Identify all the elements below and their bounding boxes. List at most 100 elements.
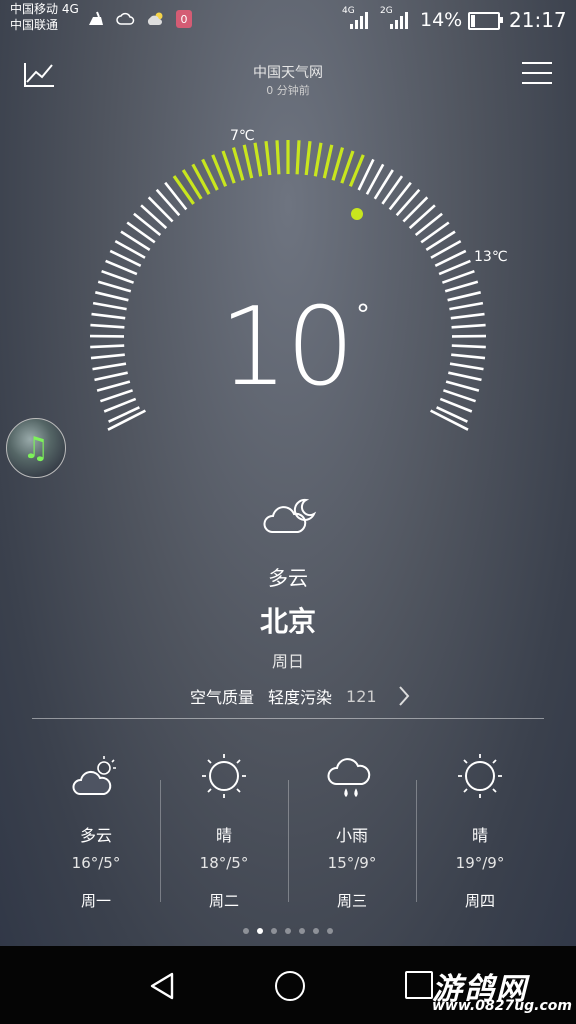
forecast-day[interactable]: 多云 16°/5° 周一 <box>32 740 160 910</box>
dial-tick <box>155 188 181 217</box>
forecast-day[interactable]: 晴 19°/9° 周四 <box>416 740 544 910</box>
dial-tick <box>442 389 477 403</box>
dial-tick <box>451 323 486 329</box>
temperature-dial <box>89 140 487 431</box>
page-dot[interactable] <box>327 928 333 934</box>
dial-range-tick <box>242 144 254 179</box>
dial-tick <box>94 291 129 302</box>
dial-tick <box>448 371 482 382</box>
page-dot[interactable] <box>299 928 305 934</box>
page-indicator <box>0 928 576 934</box>
dial-tick <box>408 204 436 230</box>
page-dot[interactable] <box>271 928 277 934</box>
dial-tick <box>103 397 137 413</box>
current-condition: 多云 <box>268 566 308 590</box>
dial-range-tick <box>331 147 345 181</box>
music-button[interactable]: ♫ <box>6 418 66 478</box>
dial-tick <box>140 204 168 230</box>
min-temp-label: 7℃ <box>230 128 255 144</box>
music-note-icon: ♫ <box>22 430 50 466</box>
dial-range-tick <box>295 140 301 175</box>
cloudy-night-icon <box>263 498 317 533</box>
dial-tick <box>414 212 443 237</box>
dial-tick <box>451 353 486 360</box>
partly-cloudy-icon <box>72 756 116 795</box>
sun-icon <box>458 754 502 798</box>
dial-range-tick <box>264 141 272 176</box>
chevron-right-icon <box>398 686 409 706</box>
dial-tick <box>388 181 412 211</box>
degree-symbol: ° <box>356 298 370 331</box>
dial-tick <box>395 188 421 217</box>
sun-icon <box>202 754 246 798</box>
air-quality-label: 空气质量 <box>190 688 255 707</box>
dial-tick <box>449 301 484 311</box>
air-quality-value: 121 <box>346 686 377 706</box>
dial-tick <box>133 212 162 237</box>
forecast-condition: 多云 <box>79 826 112 845</box>
dial-range-tick <box>322 144 334 179</box>
dial-tick <box>97 280 132 293</box>
dial-range-tick <box>221 150 236 184</box>
navigation-bar: 游鸽网 www.0827ug.com <box>0 946 576 1024</box>
forecast-temps: 16°/5° <box>71 854 121 872</box>
dial-tick <box>91 312 126 320</box>
max-temp-label: 13℃ <box>474 249 508 265</box>
watermark-url: www.0827ug.com <box>432 998 572 1014</box>
forecast-weekday: 周一 <box>80 892 111 910</box>
forecast-temps: 18°/5° <box>199 854 249 872</box>
forecast-temps: 19°/9° <box>455 854 505 872</box>
dial-tick <box>108 406 140 423</box>
dial-range-tick <box>253 142 263 177</box>
dial-tick <box>92 362 127 371</box>
forecast-weekday: 周三 <box>336 892 367 910</box>
air-quality-level: 轻度污染 <box>268 688 333 707</box>
dial-tick <box>101 269 135 284</box>
dial-tick <box>447 291 482 302</box>
dial-tick <box>444 280 479 293</box>
dial-tick <box>450 312 485 320</box>
home-button[interactable] <box>275 971 305 1001</box>
current-temp-marker <box>351 208 363 220</box>
forecast-condition: 小雨 <box>335 826 368 845</box>
divider <box>32 718 544 719</box>
page-dot[interactable] <box>313 928 319 934</box>
dial-tick <box>147 196 174 223</box>
dial-tick <box>99 389 134 403</box>
forecast-temps: 15°/9° <box>327 854 377 872</box>
dial-tick <box>451 344 486 349</box>
dial-range-tick <box>275 140 281 175</box>
forecast-condition: 晴 <box>471 826 488 845</box>
light-rain-icon <box>327 758 371 798</box>
forecast-weekday: 周四 <box>464 892 495 910</box>
forecast-day[interactable]: 晴 18°/5° 周二 <box>160 740 288 910</box>
dial-tick <box>94 371 128 382</box>
recent-apps-button[interactable] <box>405 971 433 999</box>
dial-range-tick <box>231 147 245 181</box>
page-dot[interactable] <box>243 928 249 934</box>
forecast-condition: 晴 <box>215 826 232 845</box>
dial-tick <box>445 380 480 392</box>
dial-range-tick <box>340 150 355 184</box>
dial-tick <box>402 196 429 223</box>
air-quality-row[interactable]: 空气质量 轻度污染 121 <box>190 684 411 708</box>
city-name[interactable]: 北京 <box>0 600 576 640</box>
page-dot[interactable] <box>257 928 263 934</box>
dial-tick <box>449 362 484 371</box>
dial-tick <box>90 323 125 329</box>
forecast-list: 多云 16°/5° 周一 晴 18°/5° 周二 小雨 15°/9° 周三 晴 … <box>32 740 544 910</box>
page-dot[interactable] <box>285 928 291 934</box>
back-button[interactable] <box>146 970 178 1002</box>
dial-range-tick <box>304 141 312 176</box>
dial-tick <box>90 344 125 349</box>
current-weekday: 周日 <box>271 652 304 671</box>
dial-tick <box>96 380 131 392</box>
dial-tick <box>90 353 125 360</box>
forecast-weekday: 周二 <box>208 892 239 910</box>
dial-tick <box>441 269 475 284</box>
dial-tick <box>439 397 473 413</box>
forecast-day[interactable]: 小雨 15°/9° 周三 <box>288 740 416 910</box>
dial-tick <box>92 301 127 311</box>
current-temperature: 10 <box>219 285 354 410</box>
dial-tick <box>436 406 468 423</box>
